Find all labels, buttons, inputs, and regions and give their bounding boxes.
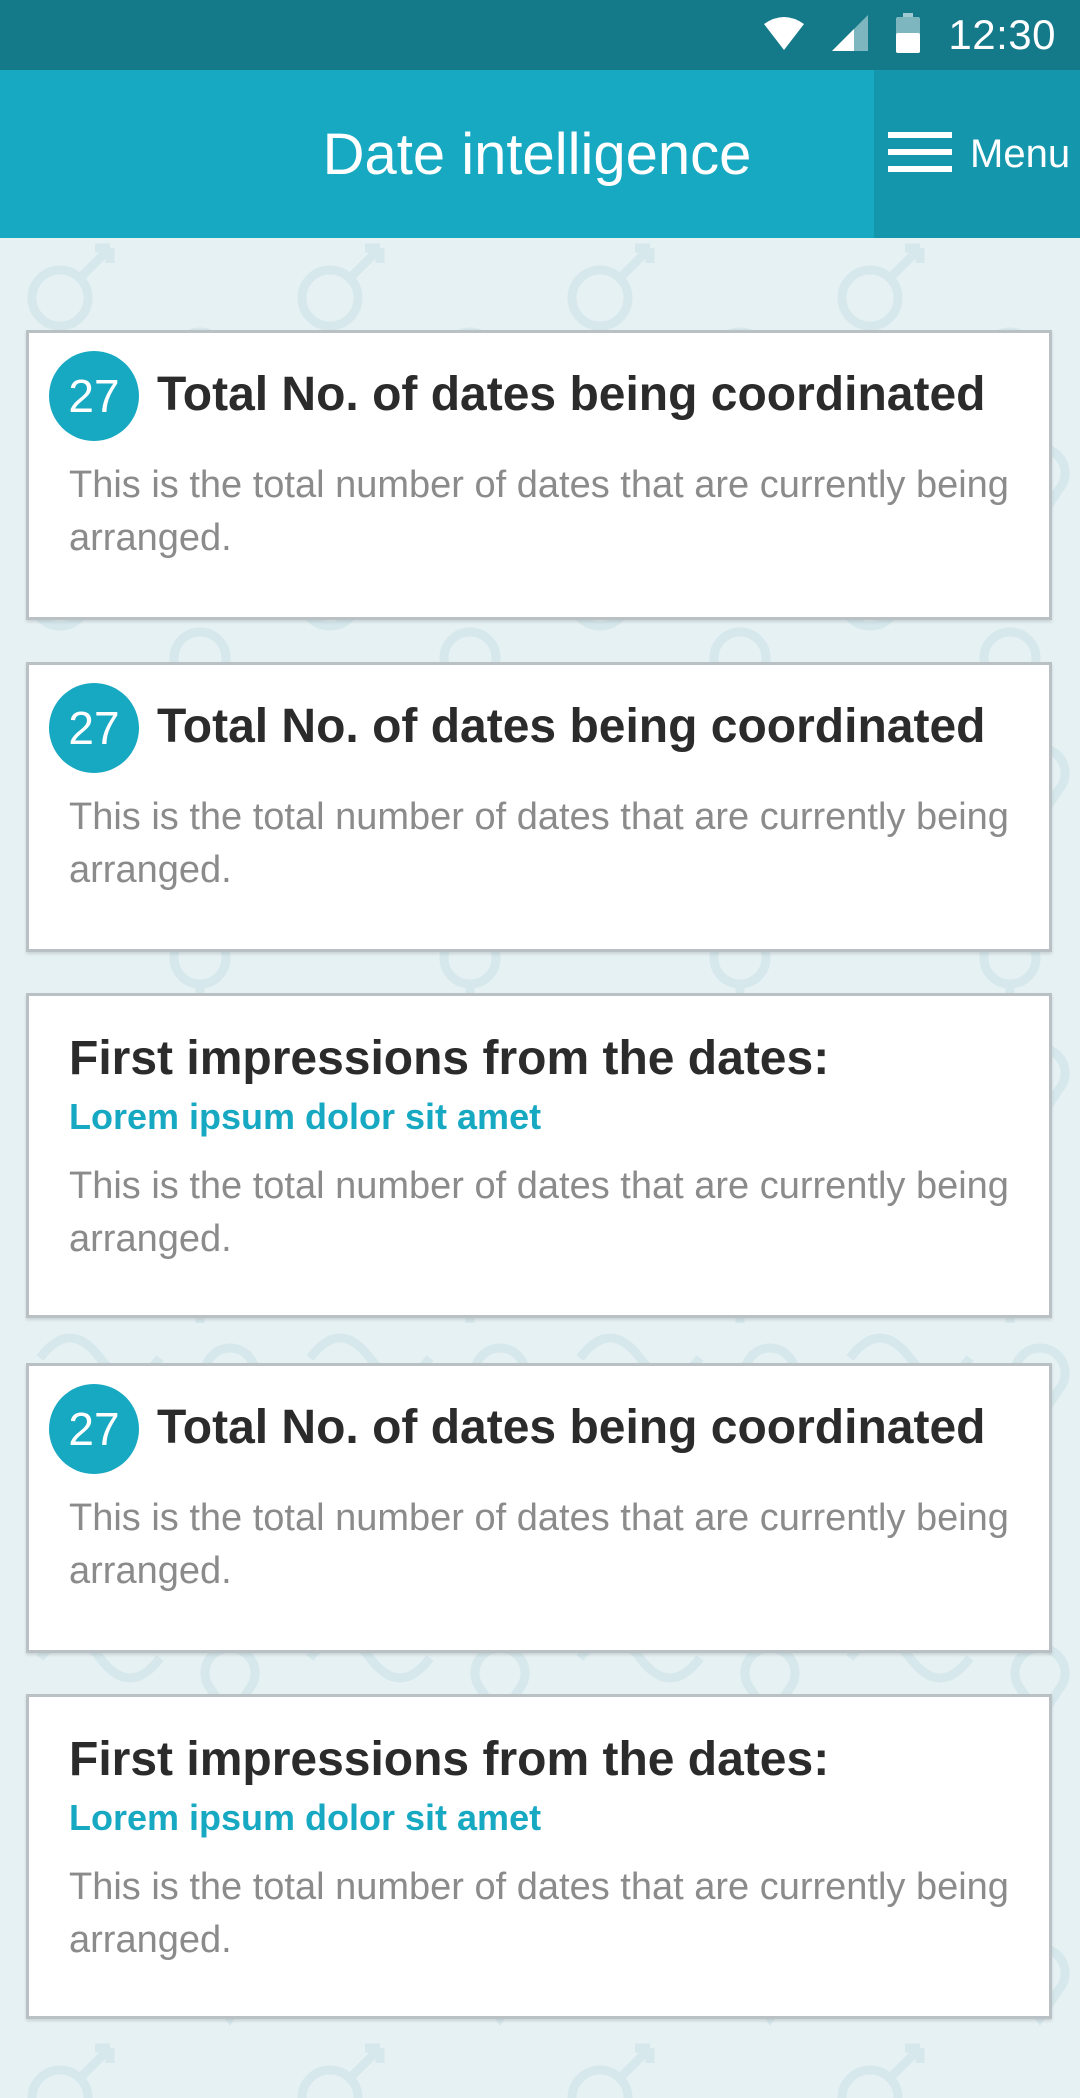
status-icons: 12:30 [764, 0, 1056, 70]
cell-signal-icon [832, 14, 869, 56]
card-subtitle: Lorem ipsum dolor sit amet [69, 1797, 542, 1838]
card-title: First impressions from the dates: [69, 1733, 830, 1786]
status-bar: 12:30 [0, 0, 1080, 70]
stat-card[interactable]: 27 Total No. of dates being coordinated … [26, 330, 1052, 620]
menu-button[interactable]: Menu [874, 70, 1080, 238]
wifi-icon [764, 16, 805, 55]
status-time: 12:30 [948, 11, 1056, 58]
card-description: This is the total number of dates that a… [69, 796, 1009, 891]
card-description: This is the total number of dates that a… [69, 1866, 1009, 1961]
page-title: Date intelligence [322, 121, 752, 187]
app-bar: Date intelligence Menu [0, 70, 1080, 238]
card-title: Total No. of dates being coordinated [157, 368, 986, 421]
card-title: Total No. of dates being coordinated [157, 700, 986, 753]
count-badge: 27 [49, 683, 139, 773]
impressions-card[interactable]: First impressions from the dates: Lorem … [26, 993, 1052, 1318]
hamburger-icon [888, 131, 952, 177]
card-description: This is the total number of dates that a… [69, 464, 1009, 559]
card-description: This is the total number of dates that a… [69, 1497, 1009, 1592]
menu-label: Menu [970, 131, 1071, 176]
stat-card[interactable]: 27 Total No. of dates being coordinated … [26, 1363, 1052, 1653]
impressions-card[interactable]: First impressions from the dates: Lorem … [26, 1694, 1052, 2019]
card-description: This is the total number of dates that a… [69, 1165, 1009, 1260]
card-subtitle: Lorem ipsum dolor sit amet [69, 1096, 542, 1137]
card-title: First impressions from the dates: [69, 1032, 830, 1085]
battery-icon [896, 12, 921, 58]
card-title: Total No. of dates being coordinated [157, 1401, 986, 1454]
count-badge: 27 [49, 351, 139, 441]
count-badge: 27 [49, 1384, 139, 1474]
stat-card[interactable]: 27 Total No. of dates being coordinated … [26, 662, 1052, 952]
